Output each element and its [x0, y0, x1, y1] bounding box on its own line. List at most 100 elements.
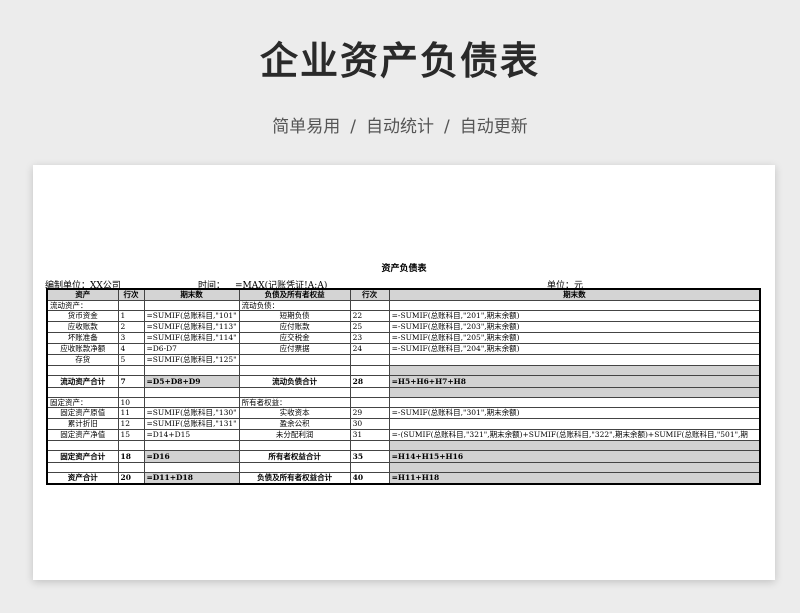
liability-line-no [349, 299, 390, 311]
liability-name: 实收资本 [238, 406, 351, 419]
asset-name: 资产合计 [46, 471, 119, 485]
col-header-liabilities-equity: 负债及所有者权益 [238, 288, 351, 301]
liability-name: 未分配利润 [238, 428, 351, 441]
balance-sheet-table: 资产 行次 期末数 负债及所有者权益 行次 期末数 流动资产： 流动负债： 货币资金… [46, 288, 762, 485]
asset-name: 坏账准备 [46, 331, 119, 344]
table-cell [349, 439, 390, 451]
liability-name: 应付账款 [238, 320, 351, 333]
liability-name: 所有者权益： [238, 396, 351, 408]
table-row: 累计折旧 12 =SUMIF(总账科目,"131" 盈余公积 30 [46, 417, 761, 430]
liability-line-no [349, 396, 390, 408]
asset-line-no: 12 [117, 417, 145, 430]
table-row [46, 386, 761, 398]
table-row: 应收账款净额 4 =D6-D7 应付票据 24 =-SUMIF(总账科目,"204",期末… [46, 342, 761, 355]
liability-name: 流动负债合计 [238, 374, 351, 388]
liability-value: =-SUMIF(总账科目,"201",期末余额) [388, 309, 761, 322]
feature-tagline: 简单易用 / 自动统计 / 自动更新 [0, 112, 800, 137]
liability-line-no: 23 [349, 331, 390, 344]
asset-name: 累计折旧 [46, 417, 119, 430]
asset-line-no: 18 [117, 449, 145, 463]
table-row: 应收账款 2 =SUMIF(总账科目,"113" 应付账款 25 =-SUMIF(总账科目… [46, 320, 761, 333]
liability-line-no: 35 [349, 449, 390, 463]
asset-value: =D16 [143, 449, 240, 463]
asset-line-no [117, 299, 145, 311]
asset-line-no: 10 [117, 396, 145, 408]
asset-name: 存货 [46, 353, 119, 366]
liability-line-no: 24 [349, 342, 390, 355]
table-row: 资产合计 20 =D11+D18 负债及所有者权益合计 40 =H11+H18 [46, 471, 761, 485]
asset-line-no: 15 [117, 428, 145, 441]
asset-name: 固定资产原值 [46, 406, 119, 419]
table-cell [143, 461, 240, 473]
asset-value: =SUMIF(总账科目,"130" [143, 406, 240, 419]
table-cell [117, 386, 145, 398]
table-cell [46, 439, 119, 451]
col-header-ending-balance: 期末数 [143, 288, 240, 301]
table-cell [117, 461, 145, 473]
asset-value: =D5+D8+D9 [143, 374, 240, 388]
asset-line-no: 11 [117, 406, 145, 419]
liability-line-no: 25 [349, 320, 390, 333]
liability-line-no: 31 [349, 428, 390, 441]
col-header-line-no: 行次 [117, 288, 145, 301]
liability-line-no: 30 [349, 417, 390, 430]
asset-value: =SUMIF(总账科目,"125" [143, 353, 240, 366]
tag-easy: 简单易用 [272, 117, 341, 137]
page-title: 企业资产负债表 [259, 39, 540, 83]
table-cell [46, 461, 119, 473]
tag-separator: / [350, 117, 356, 137]
spreadsheet-preview: 资产负债表 编制单位：XX公司 时间： =MAX(记账凭证!A:A) 单位：元 … [33, 165, 775, 580]
table-row: 坏账准备 3 =SUMIF(总账科目,"114" 应交税金 23 =-SUMIF(总账科目… [46, 331, 761, 344]
asset-value: =D14+D15 [143, 428, 240, 441]
table-cell [388, 364, 761, 376]
liability-value: =-SUMIF(总账科目,"205",期末余额) [388, 331, 761, 344]
liability-name [238, 353, 351, 366]
liability-value: =-SUMIF(总账科目,"301",期末余额) [388, 406, 761, 419]
table-cell [238, 461, 351, 473]
liability-value [388, 353, 761, 366]
liability-name: 流动负债： [238, 299, 351, 311]
liability-value: =-SUMIF(总账科目,"204",期末余额) [388, 342, 761, 355]
table-cell [238, 439, 351, 451]
col-header-assets: 资产 [46, 288, 119, 301]
asset-name: 流动资产： [46, 299, 119, 311]
liability-name: 负债及所有者权益合计 [238, 471, 351, 485]
table-cell [388, 386, 761, 398]
table-row: 固定资产净值 15 =D14+D15 未分配利润 31 =-(SUMIF(总账科目,"32… [46, 428, 761, 441]
asset-name: 货币资金 [46, 309, 119, 322]
liability-name: 应付票据 [238, 342, 351, 355]
table-row: 存货 5 =SUMIF(总账科目,"125" [46, 353, 761, 366]
tag-separator: / [444, 117, 450, 137]
liability-value: =H11+H18 [388, 471, 761, 485]
table-row [46, 364, 761, 376]
asset-value [143, 299, 240, 311]
liability-value: =H14+H15+H16 [388, 449, 761, 463]
liability-value [388, 417, 761, 430]
sheet-title: 资产负债表 [381, 264, 427, 274]
table-row: 固定资产： 10 所有者权益： [46, 396, 761, 408]
table-row: 流动资产： 流动负债： [46, 299, 761, 311]
asset-line-no: 20 [117, 471, 145, 485]
table-cell [238, 364, 351, 376]
asset-value: =SUMIF(总账科目,"113" [143, 320, 240, 333]
asset-name: 流动资产合计 [46, 374, 119, 388]
asset-line-no: 2 [117, 320, 145, 333]
table-row: 货币资金 1 =SUMIF(总账科目,"101" 短期负债 22 =-SUMIF(总账科目… [46, 309, 761, 322]
table-cell [46, 364, 119, 376]
table-cell [388, 461, 761, 473]
asset-line-no: 5 [117, 353, 145, 366]
tag-auto-update: 自动更新 [459, 117, 528, 137]
asset-line-no: 7 [117, 374, 145, 388]
asset-value: =D6-D7 [143, 342, 240, 355]
asset-name: 固定资产合计 [46, 449, 119, 463]
col-header-ending-balance: 期末数 [388, 288, 761, 301]
liability-line-no: 40 [349, 471, 390, 485]
table-cell [46, 386, 119, 398]
liability-line-no [349, 353, 390, 366]
asset-name: 固定资产净值 [46, 428, 119, 441]
asset-value: =SUMIF(总账科目,"101" [143, 309, 240, 322]
table-cell [143, 439, 240, 451]
table-cell [349, 386, 390, 398]
asset-value: =SUMIF(总账科目,"131" [143, 417, 240, 430]
asset-name: 应收账款净额 [46, 342, 119, 355]
